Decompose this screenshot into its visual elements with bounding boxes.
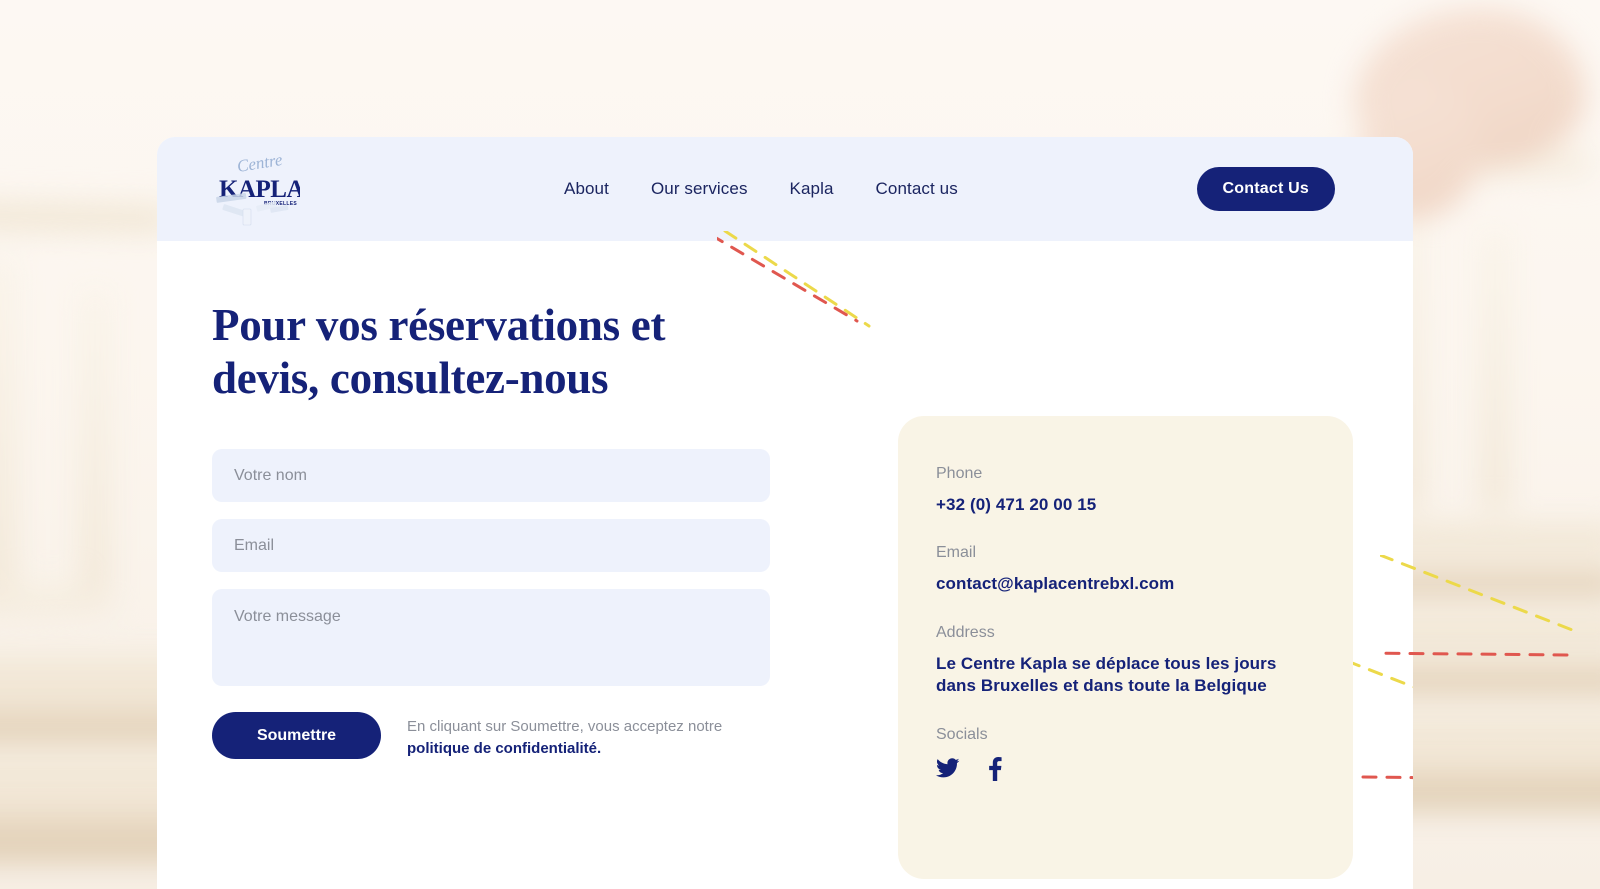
page-card: Centre KAPLA BRUXELLES About Our service… (157, 137, 1413, 889)
site-header: Centre KAPLA BRUXELLES About Our service… (157, 137, 1413, 241)
info-block-email: Email contact@kaplacentrebxl.com (936, 544, 1313, 595)
svg-text:Centre: Centre (236, 152, 284, 176)
submit-button[interactable]: Soumettre (212, 712, 381, 760)
privacy-policy-link[interactable]: politique de confidentialité. (407, 738, 722, 759)
site-logo[interactable]: Centre KAPLA BRUXELLES (212, 152, 300, 226)
email-value[interactable]: contact@kaplacentrebxl.com (936, 573, 1313, 595)
nav-link-kapla[interactable]: Kapla (790, 179, 834, 199)
contact-info-card: Phone +32 (0) 471 20 00 15 Email contact… (898, 416, 1353, 879)
contact-form-column: Pour vos réservations et devis, consulte… (212, 299, 772, 760)
consent-text: En cliquant sur Soumettre, vous acceptez… (407, 712, 722, 759)
address-label: Address (936, 623, 995, 641)
name-input[interactable] (212, 449, 770, 503)
contact-form: Soumettre En cliquant sur Soumettre, vou… (212, 449, 772, 760)
address-value: Le Centre Kapla se déplace tous les jour… (936, 653, 1277, 696)
twitter-icon[interactable] (936, 758, 960, 785)
contact-us-button[interactable]: Contact Us (1196, 167, 1335, 211)
email-input[interactable] (212, 519, 770, 573)
page-title: Pour vos réservations et devis, consulte… (212, 300, 666, 403)
facebook-icon[interactable] (988, 756, 1002, 786)
submit-row: Soumettre En cliquant sur Soumettre, vou… (212, 712, 772, 760)
nav-link-contact-us[interactable]: Contact us (876, 179, 958, 199)
message-textarea[interactable] (212, 589, 770, 687)
page-content: Pour vos réservations et devis, consulte… (157, 231, 1413, 889)
info-block-phone: Phone +32 (0) 471 20 00 15 (936, 465, 1313, 516)
email-label: Email (936, 544, 977, 562)
main-navigation: About Our services Kapla Contact us (564, 179, 958, 199)
phone-value[interactable]: +32 (0) 471 20 00 15 (936, 494, 1313, 516)
socials-label: Socials (936, 725, 988, 743)
nav-link-our-services[interactable]: Our services (651, 179, 748, 199)
info-block-address: Address Le Centre Kapla se déplace tous … (936, 624, 1313, 698)
info-block-socials: Socials (936, 726, 1313, 786)
socials-row (936, 756, 1313, 786)
nav-link-about[interactable]: About (564, 179, 609, 199)
consent-sentence: En cliquant sur Soumettre, vous acceptez… (407, 718, 723, 736)
phone-label: Phone (936, 465, 983, 482)
